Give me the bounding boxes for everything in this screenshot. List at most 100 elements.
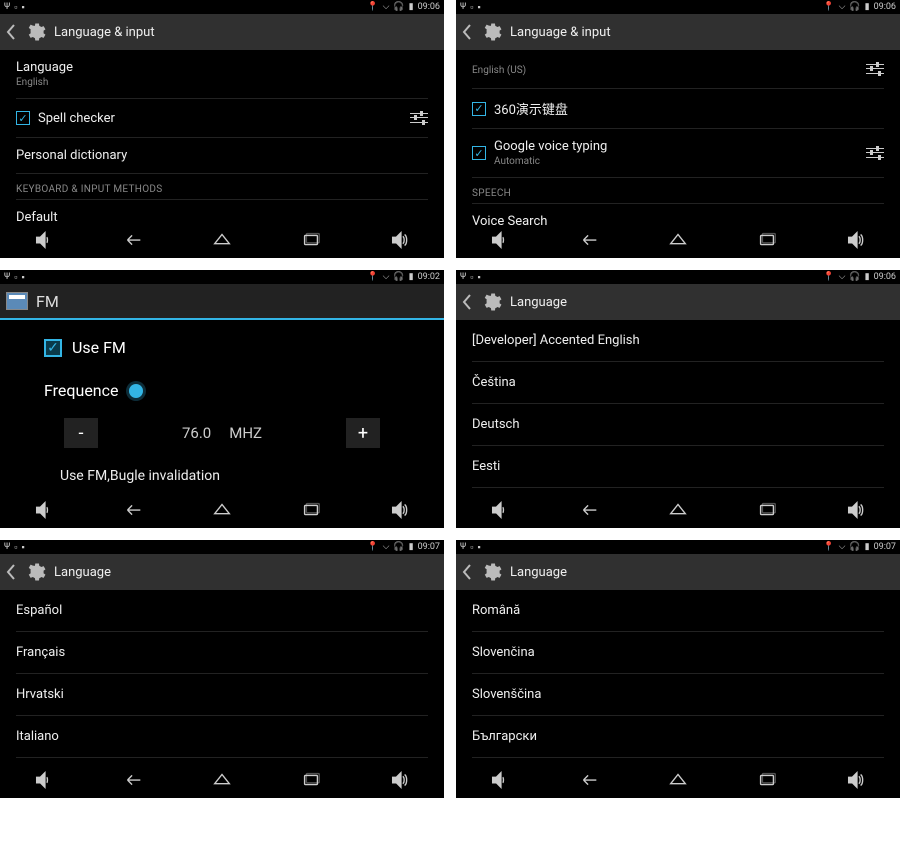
settings-sliders-icon[interactable] xyxy=(410,109,428,127)
back-button[interactable] xyxy=(578,229,600,255)
back-button[interactable] xyxy=(122,769,144,795)
checkbox-icon[interactable] xyxy=(44,339,62,357)
volume-up-button[interactable] xyxy=(845,229,867,255)
checkbox-icon[interactable] xyxy=(472,146,486,160)
back-button[interactable] xyxy=(122,499,144,525)
volume-down-button[interactable] xyxy=(489,769,511,795)
language-row[interactable]: Magyar xyxy=(16,758,428,766)
status-bar: Ψ ▫ ▪ 📍 ⌵ 🎧 ▮ 09:07 xyxy=(0,540,444,554)
section-header: SPEECH xyxy=(472,178,884,204)
back-chevron-icon[interactable] xyxy=(6,23,16,41)
headphones-icon: 🎧 xyxy=(849,2,860,12)
back-chevron-icon[interactable] xyxy=(462,23,472,41)
recent-button[interactable] xyxy=(300,499,322,525)
bluetooth-icon: ⌵ xyxy=(839,272,846,282)
square-icon: ▫ xyxy=(14,2,17,13)
language-row[interactable]: Slovenčina xyxy=(472,632,884,674)
radio-on-icon[interactable] xyxy=(129,384,143,398)
volume-up-button[interactable] xyxy=(389,769,411,795)
use-fm-row[interactable]: Use FM xyxy=(44,338,400,357)
bluetooth-icon: ⌵ xyxy=(383,2,390,12)
volume-down-button[interactable] xyxy=(33,229,55,255)
settings-row[interactable]: Personal dictionary xyxy=(16,138,428,174)
clock-text: 09:02 xyxy=(418,272,440,282)
home-button[interactable] xyxy=(211,499,233,525)
back-button[interactable] xyxy=(122,229,144,255)
square-icon: ▪ xyxy=(477,272,480,283)
location-icon: 📍 xyxy=(823,2,834,12)
language-row[interactable]: Deutsch xyxy=(472,404,884,446)
settings-row[interactable]: Spell checker xyxy=(16,99,428,138)
settings-row[interactable]: LanguageEnglish xyxy=(16,50,428,99)
volume-down-button[interactable] xyxy=(489,229,511,255)
battery-icon: ▮ xyxy=(865,2,870,12)
volume-up-button[interactable] xyxy=(845,499,867,525)
settings-row[interactable]: English (US) xyxy=(472,50,884,89)
volume-down-button[interactable] xyxy=(33,769,55,795)
row-sublabel: English xyxy=(16,77,73,88)
language-row[interactable]: Italiano xyxy=(16,716,428,758)
settings-row[interactable]: 360演示键盘 xyxy=(472,89,884,129)
language-row[interactable]: Eesti xyxy=(472,446,884,488)
language-row[interactable]: Български xyxy=(472,716,884,758)
checkbox-icon[interactable] xyxy=(472,102,486,116)
volume-down-button[interactable] xyxy=(33,499,55,525)
language-row[interactable]: Română xyxy=(472,590,884,632)
back-chevron-icon[interactable] xyxy=(462,293,472,311)
recent-button[interactable] xyxy=(756,769,778,795)
status-bar: Ψ ▫ ▪ 📍 ⌵ 🎧 ▮ 09:07 xyxy=(456,540,900,554)
volume-up-button[interactable] xyxy=(389,499,411,525)
recent-button[interactable] xyxy=(300,229,322,255)
settings-sliders-icon[interactable] xyxy=(866,144,884,162)
settings-row[interactable]: Voice Search xyxy=(472,204,884,226)
bluetooth-icon: ⌵ xyxy=(383,542,390,552)
row-sublabel: English (US) xyxy=(472,65,526,76)
checkbox-icon[interactable] xyxy=(16,111,30,125)
freq-plus-button[interactable]: + xyxy=(346,418,380,448)
psi-icon: Ψ xyxy=(460,2,466,12)
language-row[interactable]: Hrvatski xyxy=(16,674,428,716)
back-chevron-icon[interactable] xyxy=(6,563,16,581)
nav-bar xyxy=(456,766,900,798)
psi-icon: Ψ xyxy=(4,272,10,282)
volume-up-button[interactable] xyxy=(845,769,867,795)
use-fm-label: Use FM xyxy=(72,338,126,357)
language-row[interactable]: Español xyxy=(16,590,428,632)
psi-icon: Ψ xyxy=(460,542,466,552)
square-icon: ▪ xyxy=(21,2,24,13)
language-row[interactable]: Čeština xyxy=(472,362,884,404)
language-row[interactable]: English xyxy=(472,488,884,496)
language-row[interactable]: Slovenščina xyxy=(472,674,884,716)
home-button[interactable] xyxy=(211,229,233,255)
volume-down-button[interactable] xyxy=(489,499,511,525)
battery-icon: ▮ xyxy=(409,542,414,552)
section-header: KEYBOARD & INPUT METHODS xyxy=(16,174,428,200)
language-row[interactable]: Русский xyxy=(472,758,884,766)
recent-button[interactable] xyxy=(756,229,778,255)
location-icon: 📍 xyxy=(823,542,834,552)
status-bar: Ψ ▫ ▪ 📍 ⌵ 🎧 ▮ 09:06 xyxy=(456,270,900,284)
app-bar: Language & input xyxy=(456,14,900,50)
row-label: Personal dictionary xyxy=(16,148,127,163)
home-button[interactable] xyxy=(667,229,689,255)
freq-value: 76.0 xyxy=(182,424,211,442)
app-title: Language & input xyxy=(510,25,611,40)
home-button[interactable] xyxy=(667,499,689,525)
home-button[interactable] xyxy=(211,769,233,795)
language-row[interactable]: [Developer] Accented English xyxy=(472,320,884,362)
battery-icon: ▮ xyxy=(865,542,870,552)
settings-row[interactable]: Google voice typingAutomatic xyxy=(472,129,884,178)
freq-minus-button[interactable]: - xyxy=(64,418,98,448)
home-button[interactable] xyxy=(667,769,689,795)
settings-row[interactable]: DefaultEnglish (US) - Android Keyboard (… xyxy=(16,200,428,226)
back-button[interactable] xyxy=(578,769,600,795)
recent-button[interactable] xyxy=(756,499,778,525)
back-chevron-icon[interactable] xyxy=(462,563,472,581)
recent-button[interactable] xyxy=(300,769,322,795)
frequence-label: Frequence xyxy=(44,381,119,400)
settings-sliders-icon[interactable] xyxy=(866,60,884,78)
back-button[interactable] xyxy=(578,499,600,525)
app-title: Language & input xyxy=(54,25,155,40)
volume-up-button[interactable] xyxy=(389,229,411,255)
language-row[interactable]: Français xyxy=(16,632,428,674)
